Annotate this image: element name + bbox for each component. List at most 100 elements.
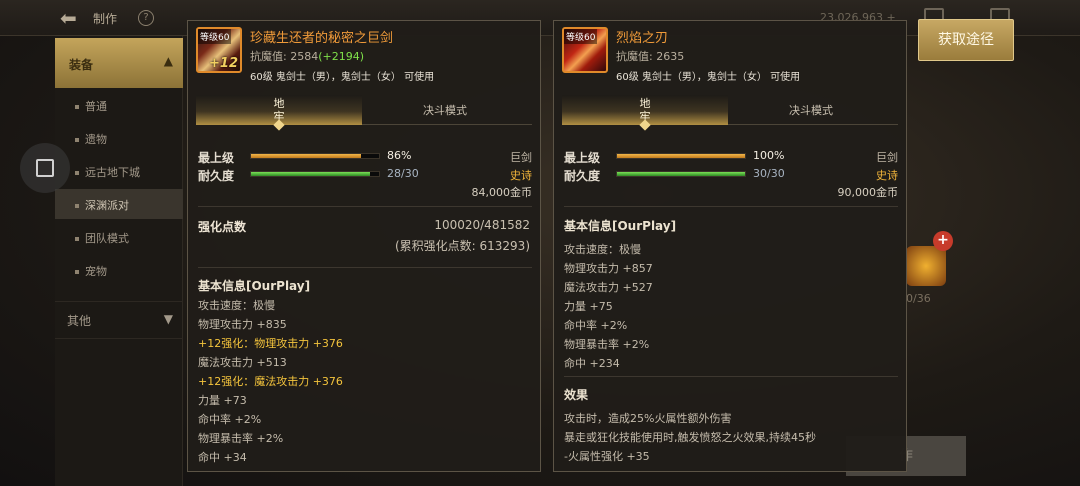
sidebar-item-label: 远古地下城 [85,166,140,179]
info-line: 命中率 +2% [564,319,628,332]
max-level-bar [250,153,380,159]
max-level-fill [251,154,362,158]
sidebar-item-label: 团队模式 [85,232,129,245]
divider [198,206,532,207]
sidebar-item-label: 普通 [85,100,107,113]
add-icon[interactable]: + [933,231,953,251]
info-line: 物理暴击率 +2% [198,432,284,445]
weapon-type: 巨剑 [876,151,898,164]
rarity-label: 史诗 [510,169,532,182]
info-line: 命中率 +2% [198,413,262,426]
magic-resist-value: 2635 [656,50,685,63]
sidebar-item-normal[interactable]: 普通 [55,90,183,120]
item-name: 烈焰之刃 [616,31,669,46]
bullet-icon [75,270,79,274]
info-line: 物理攻击力 +835 [198,318,287,331]
chevron-up-icon: ▲ [163,54,173,68]
durability-label: 耐久度 [198,169,235,183]
sidebar-item-relic[interactable]: 遗物 [55,123,183,153]
floating-window-button[interactable] [20,143,70,193]
chevron-down-icon: ▼ [163,312,173,326]
magic-resist: 抗魔值: 2635 [616,48,684,64]
reinforce-value: 100020/481582 [434,218,530,232]
info-line: 物理攻击力 +857 [564,262,653,275]
durability-bar [250,171,380,177]
max-level-percent: 86% [387,149,412,162]
divider [564,376,898,377]
max-level-label: 最上级 [198,151,235,165]
tab-duel[interactable]: 决斗模式 [728,95,894,125]
sidebar-item-abyss-party[interactable]: 深渊派对 [55,189,183,219]
price-value: 84,000金币 [471,186,533,199]
bullet-icon [75,204,79,208]
divider [564,206,898,207]
sidebar-item-raid[interactable]: 团队模式 [55,222,183,252]
sidebar-item-label: 深渊派对 [85,199,129,212]
magic-resist: 抗魔值: 2584(+2194) [250,48,364,64]
max-level-percent: 100% [753,149,785,162]
get-route-button[interactable]: 获取途径 [918,19,1014,61]
sidebar-section-equipment[interactable]: 装备 ▲ [55,38,183,88]
window-icon [36,159,54,177]
info-line: +12强化：魔法攻击力 +376 [198,375,343,388]
flame-blade-icon: 等级60 [562,27,608,73]
sidebar-section-other[interactable]: 其他 ▼ [55,301,183,339]
info-line: 物理暴击率 +2% [564,338,650,351]
level-tag: 等级60 [564,29,598,44]
requirement-text: 60级 鬼剑士（男），鬼剑士（女） 可使用 [616,72,801,83]
material-icon [906,246,946,286]
item-tooltip-right: 等级60 烈焰之刃 抗魔值: 2635 60级 鬼剑士（男），鬼剑士（女） 可使… [553,20,907,472]
info-line: 命中 +234 [564,357,620,370]
magic-resist-label: 抗魔值: [250,50,287,63]
sidebar-item-label: 宠物 [85,265,107,278]
durability-bar [616,171,746,177]
durability-fill [251,172,371,176]
tab-dungeon[interactable]: 地牢 [196,95,362,131]
info-line: 命中 +34 [198,451,247,464]
weapon-type: 巨剑 [510,151,532,164]
level-tag: 等级60 [198,29,232,44]
bullet-icon [75,237,79,241]
info-line: -火属性强化 +35 [564,450,650,463]
back-arrow-icon[interactable]: ⬅ [60,6,77,30]
sidebar-item-ancient-dungeon[interactable]: 远古地下城 [55,156,183,186]
max-level-fill [617,154,745,158]
divider [198,267,532,268]
item-tooltip-left: 等级60 +12 珍藏生还者的秘密之巨剑 抗魔值: 2584(+2194) 60… [187,20,541,472]
requirement-text: 60级 鬼剑士（男），鬼剑士（女） 可使用 [250,72,435,83]
bullet-icon [75,171,79,175]
tab-duel[interactable]: 决斗模式 [362,95,528,125]
page-title: 制作 [93,12,118,26]
sidebar-section-label: 装备 [69,58,94,72]
durability-label: 耐久度 [564,169,601,183]
max-level-bar [616,153,746,159]
info-line: +12强化：物理攻击力 +376 [198,337,343,350]
info-line: 力量 +75 [564,300,613,313]
info-line: 攻击时，造成25%火属性额外伤害 [564,412,732,425]
reinforce-total: (累积强化点数: 613293) [394,239,530,253]
magic-resist-label: 抗魔值: [616,50,653,63]
info-line: 攻击速度：极慢 [198,299,275,312]
basic-info-title: 基本信息[OurPlay] [564,219,677,233]
magic-resist-value: 2584 [290,50,319,63]
durability-fill [617,172,745,176]
bullet-icon [75,105,79,109]
mode-tabs: 地牢 决斗模式 [196,95,532,131]
effect-title: 效果 [564,388,589,402]
sidebar-item-label: 遗物 [85,133,107,146]
info-line: 力量 +73 [198,394,247,407]
help-icon[interactable]: ? [138,10,154,26]
info-line: 魔法攻击力 +527 [564,281,653,294]
basic-info-title: 基本信息[OurPlay] [198,279,311,293]
material-count: 0/36 [906,292,931,305]
enhance-tag: +12 [209,56,238,71]
tab-dungeon[interactable]: 地牢 [562,95,728,131]
info-line: 魔法攻击力 +513 [198,356,287,369]
magic-resist-bonus: (+2194) [318,50,365,63]
info-line: 暴走或狂化技能使用时,触发愤怒之火效果,持续45秒 [564,431,816,444]
price-value: 90,000金币 [837,186,899,199]
durability-value: 30/30 [753,167,785,180]
sidebar-item-pet[interactable]: 宠物 [55,255,183,285]
category-sidebar: 装备 ▲ 普通 遗物 远古地下城 深渊派对 团队模式 宠物 其他 ▼ [55,36,183,486]
reinforce-label: 强化点数 [198,220,247,234]
